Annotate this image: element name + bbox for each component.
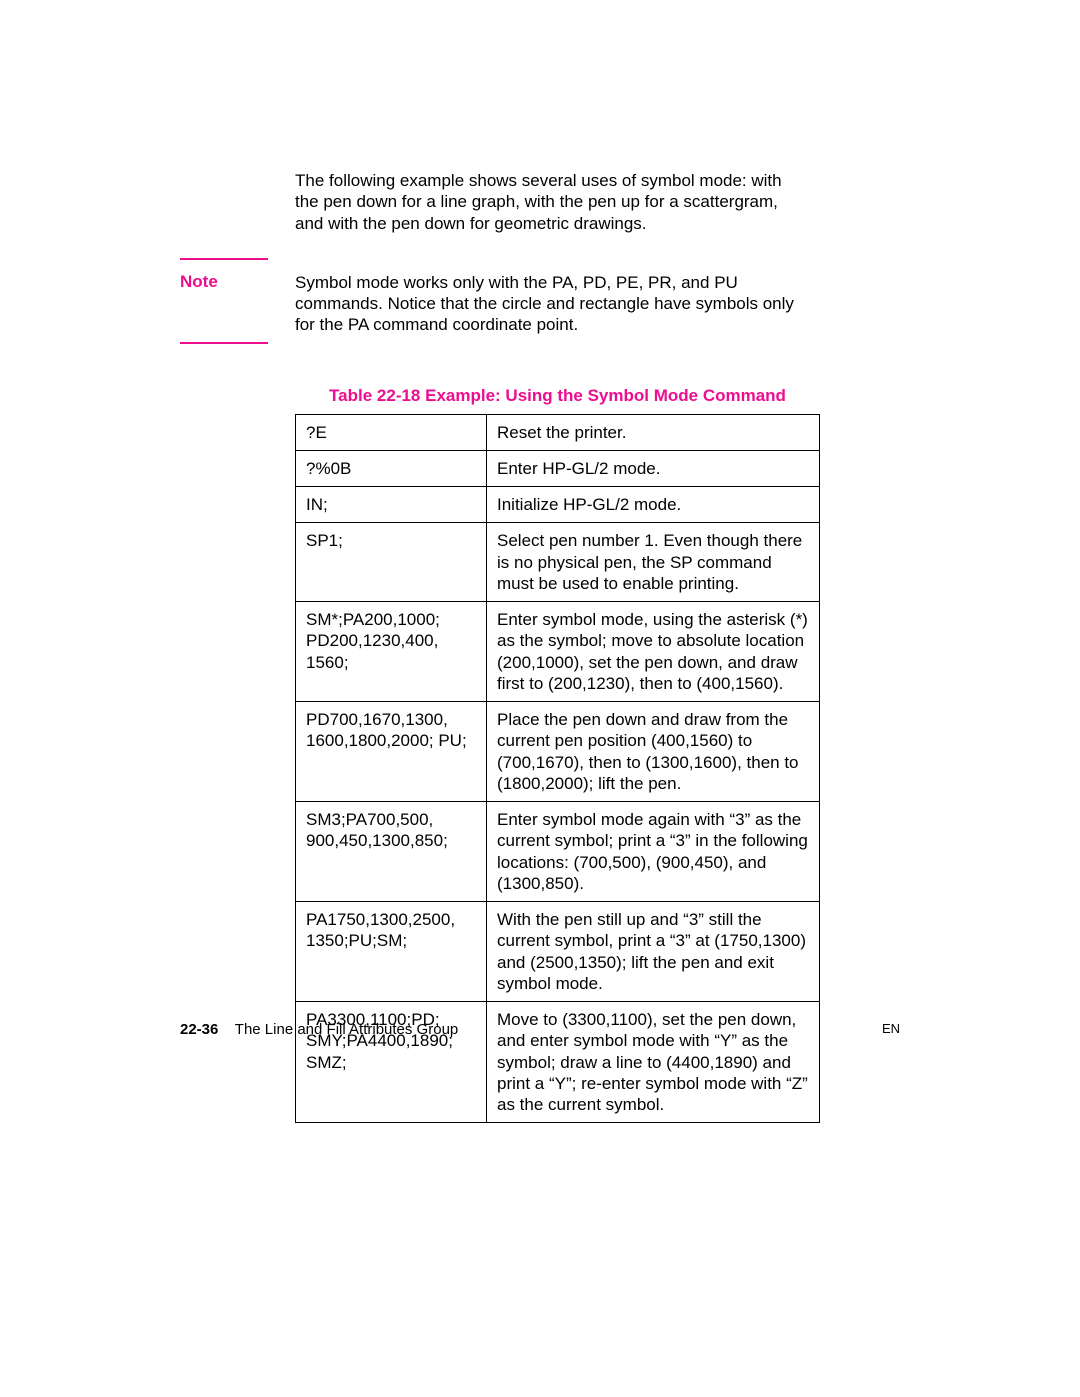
desc-cell: Move to (3300,1100), set the pen down, a… bbox=[487, 1002, 820, 1123]
desc-cell: With the pen still up and “3” still the … bbox=[487, 902, 820, 1002]
page-footer: 22-36 The Line and Fill Attributes Group… bbox=[180, 1021, 900, 1038]
cmd-cell: IN; bbox=[296, 487, 487, 523]
desc-cell: Reset the printer. bbox=[487, 414, 820, 450]
page-number: 22-36 bbox=[180, 1021, 218, 1038]
cmd-cell: ?E bbox=[296, 414, 487, 450]
table-row: ?E Reset the printer. bbox=[296, 414, 820, 450]
table-title: Table 22-18 Example: Using the Symbol Mo… bbox=[295, 386, 820, 406]
table-row: SP1; Select pen number 1. Even though th… bbox=[296, 523, 820, 602]
table-row: PA3300,1100;PD; SMY;PA4400,1890; SMZ; Mo… bbox=[296, 1002, 820, 1123]
cmd-cell: SM*;PA200,1000; PD200,1230,400, 1560; bbox=[296, 602, 487, 702]
desc-cell: Enter HP-GL/2 mode. bbox=[487, 450, 820, 486]
desc-cell: Place the pen down and draw from the cur… bbox=[487, 702, 820, 802]
table-row: SM*;PA200,1000; PD200,1230,400, 1560; En… bbox=[296, 602, 820, 702]
table-row: ?%0B Enter HP-GL/2 mode. bbox=[296, 450, 820, 486]
command-table: ?E Reset the printer. ?%0B Enter HP-GL/2… bbox=[295, 414, 820, 1124]
note-block: Note Symbol mode works only with the PA,… bbox=[180, 272, 805, 336]
cmd-cell: PD700,1670,1300, 1600,1800,2000; PU; bbox=[296, 702, 487, 802]
desc-cell: Initialize HP-GL/2 mode. bbox=[487, 487, 820, 523]
cmd-cell: PA3300,1100;PD; SMY;PA4400,1890; SMZ; bbox=[296, 1002, 487, 1123]
desc-cell: Enter symbol mode, using the asterisk (*… bbox=[487, 602, 820, 702]
cmd-cell: SP1; bbox=[296, 523, 487, 602]
note-label: Note bbox=[180, 272, 218, 291]
lang-code: EN bbox=[882, 1021, 900, 1036]
cmd-cell: PA1750,1300,2500, 1350;PU;SM; bbox=[296, 902, 487, 1002]
table-row: SM3;PA700,500, 900,450,1300,850; Enter s… bbox=[296, 802, 820, 902]
note-rule-top bbox=[180, 258, 268, 260]
table-row: IN; Initialize HP-GL/2 mode. bbox=[296, 487, 820, 523]
cmd-cell: ?%0B bbox=[296, 450, 487, 486]
section-title: The Line and Fill Attributes Group bbox=[235, 1021, 458, 1038]
desc-cell: Enter symbol mode again with “3” as the … bbox=[487, 802, 820, 902]
table-row: PD700,1670,1300, 1600,1800,2000; PU; Pla… bbox=[296, 702, 820, 802]
table-row: PA1750,1300,2500, 1350;PU;SM; With the p… bbox=[296, 902, 820, 1002]
desc-cell: Select pen number 1. Even though there i… bbox=[487, 523, 820, 602]
note-rule-bottom bbox=[180, 342, 268, 344]
intro-paragraph: The following example shows several uses… bbox=[295, 170, 805, 234]
cmd-cell: SM3;PA700,500, 900,450,1300,850; bbox=[296, 802, 487, 902]
note-text: Symbol mode works only with the PA, PD, … bbox=[295, 272, 805, 336]
